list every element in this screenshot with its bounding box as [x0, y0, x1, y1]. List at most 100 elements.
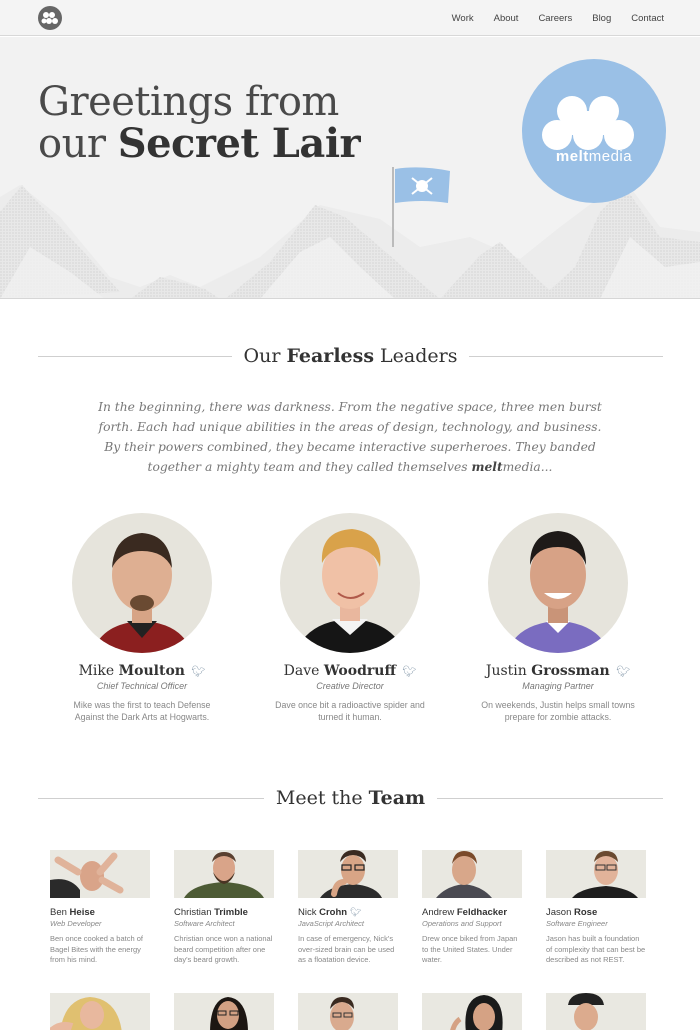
twitter-bird-icon[interactable]: 🐦︎ — [616, 665, 630, 678]
leader-last-name: Woodruff — [323, 663, 396, 679]
leader-last-name: Grossman — [531, 663, 610, 679]
hero-heading-line2-bold: Secret Lair — [117, 120, 361, 167]
team-member-nick: Nick Crohn 🐦︎ JavaScript Architect In ca… — [298, 850, 398, 966]
team-member-ben: Ben Heise Web Developer Ben once cooked … — [50, 850, 150, 966]
leader-role: Creative Director — [316, 681, 384, 691]
leader-bio: On weekends, Justin helps small towns pr… — [481, 700, 635, 722]
team-member-jason: Jason Rose Software Engineer Jason has b… — [546, 850, 646, 966]
hero-heading-line1: Greetings from — [38, 79, 339, 125]
team-member-christian: Christian Trimble Software Architect Chr… — [174, 850, 274, 966]
twitter-bird-icon[interactable]: 🐦︎ — [402, 665, 416, 678]
leaders-title-pre: Our — [243, 345, 287, 367]
team-member-row2-2 — [174, 993, 274, 1030]
member-last-name: Heise — [69, 907, 95, 918]
member-photo[interactable] — [50, 850, 150, 898]
member-first-name: Jason — [546, 907, 572, 918]
divider-left — [38, 797, 264, 799]
team-member-row2-1 — [50, 993, 150, 1030]
leaders-title-post: Leaders — [374, 345, 458, 367]
member-first-name: Ben — [50, 907, 67, 918]
member-photo[interactable] — [422, 850, 522, 898]
leader-last-name: Moulton — [118, 663, 185, 679]
member-bio: Drew once biked from Japan to the United… — [422, 934, 518, 964]
nav-link-work[interactable]: Work — [452, 13, 474, 24]
team-title-pre: Meet the — [275, 787, 369, 809]
leaders-title: Our Fearless Leaders — [232, 345, 470, 367]
nav-link-careers[interactable]: Careers — [538, 13, 572, 24]
team-title: Meet the Team — [264, 787, 437, 809]
leader-name: Dave Woodruff 🐦︎ — [255, 663, 445, 679]
intro-brand-rest: media... — [502, 460, 553, 474]
leaders-title-bold: Fearless — [286, 345, 375, 367]
meltmedia-badge-logo: meltmedia — [522, 59, 666, 203]
member-name: Andrew Feldhacker — [422, 907, 522, 918]
twitter-bird-icon[interactable]: 🐦︎ — [350, 907, 361, 917]
team-member-row2-3 — [298, 993, 398, 1030]
leaders-intro-text: In the beginning, there was darkness. Fr… — [95, 397, 605, 477]
leader-bio: Dave once bit a radioactive spider and t… — [275, 700, 425, 722]
main-menu: Work About Careers Blog Contact — [452, 0, 664, 36]
member-role: JavaScript Architect — [298, 919, 364, 928]
divider-right — [469, 355, 663, 357]
member-last-name: Rose — [574, 907, 598, 918]
team-member-andrew: Andrew Feldhacker Operations and Support… — [422, 850, 522, 966]
member-photo[interactable] — [298, 993, 398, 1030]
leader-name: Mike Moulton 🐦︎ — [47, 663, 237, 679]
member-first-name: Andrew — [422, 907, 455, 918]
meltmedia-logo-icon[interactable] — [38, 6, 62, 30]
badge-wordmark: meltmedia — [522, 148, 666, 165]
intro-brand-bold: melt — [471, 459, 503, 474]
leader-card-dave: Dave Woodruff 🐦︎ Creative Director Dave … — [255, 513, 445, 723]
leader-first-name: Justin — [485, 663, 527, 679]
team-member-row2-4 — [422, 993, 522, 1030]
hero-heading: Greetings from our Secret Lair — [38, 79, 361, 167]
member-bio: Jason has built a foundation of complexi… — [546, 934, 646, 964]
member-role: Web Developer — [50, 919, 102, 928]
leader-role: Managing Partner — [522, 681, 594, 691]
member-first-name: Christian — [174, 907, 212, 918]
member-last-name: Trimble — [214, 907, 248, 918]
team-member-row2-5 — [546, 993, 646, 1030]
member-first-name: Nick — [298, 907, 317, 918]
twitter-bird-icon[interactable]: 🐦︎ — [191, 665, 205, 678]
badge-word-rest: media — [588, 148, 633, 165]
member-name: Ben Heise — [50, 907, 150, 918]
member-role: Software Engineer — [546, 919, 608, 928]
badge-word-bold: melt — [555, 148, 589, 165]
nav-link-about[interactable]: About — [494, 13, 519, 24]
leaders-section-heading: Our Fearless Leaders — [38, 345, 663, 367]
meltmedia-mark-icon — [542, 96, 634, 150]
member-name: Jason Rose — [546, 907, 646, 918]
member-photo[interactable] — [546, 993, 646, 1030]
member-photo[interactable] — [298, 850, 398, 898]
nav-link-blog[interactable]: Blog — [592, 13, 611, 24]
divider-left — [38, 355, 232, 357]
avatar[interactable] — [72, 513, 212, 653]
nav-link-contact[interactable]: Contact — [631, 13, 664, 24]
leader-first-name: Dave — [283, 663, 320, 679]
team-title-bold: Team — [368, 787, 426, 809]
avatar[interactable] — [488, 513, 628, 653]
hero-banner: Greetings from our Secret Lair meltmedia — [0, 37, 700, 299]
leader-first-name: Mike — [78, 663, 115, 679]
member-last-name: Crohn — [319, 907, 348, 918]
member-photo[interactable] — [174, 850, 274, 898]
leader-card-mike: Mike Moulton 🐦︎ Chief Technical Officer … — [47, 513, 237, 723]
leader-name: Justin Grossman 🐦︎ — [463, 663, 653, 679]
avatar[interactable] — [280, 513, 420, 653]
member-bio: Ben once cooked a batch of Bagel Bites w… — [50, 934, 143, 964]
top-navigation: Work About Careers Blog Contact — [0, 0, 700, 36]
member-photo[interactable] — [546, 850, 646, 898]
team-section-heading: Meet the Team — [38, 787, 663, 809]
member-bio: Christian once won a national beard comp… — [174, 934, 273, 964]
member-role: Operations and Support — [422, 919, 502, 928]
member-photo[interactable] — [422, 993, 522, 1030]
member-photo[interactable] — [50, 993, 150, 1030]
member-last-name: Feldhacker — [456, 907, 508, 918]
member-name: Nick Crohn 🐦︎ — [298, 907, 398, 918]
leader-card-justin: Justin Grossman 🐦︎ Managing Partner On w… — [463, 513, 653, 723]
member-bio: In case of emergency, Nick's over-sized … — [298, 934, 395, 964]
leader-bio: Mike was the first to teach Defense Agai… — [73, 700, 211, 722]
leader-role: Chief Technical Officer — [96, 681, 188, 691]
member-photo[interactable] — [174, 993, 274, 1030]
